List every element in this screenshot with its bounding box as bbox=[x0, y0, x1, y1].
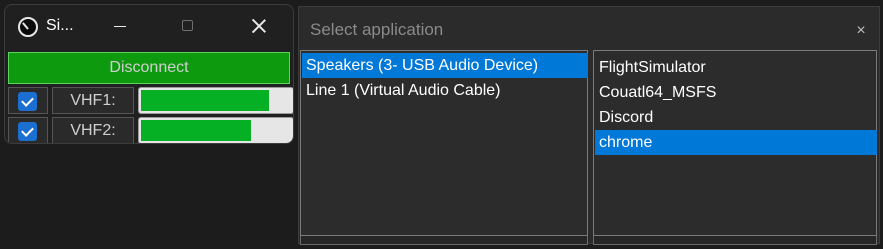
device-list-item[interactable]: Speakers (3- USB Audio Device) bbox=[302, 53, 588, 78]
application-list-item[interactable]: Discord bbox=[595, 105, 877, 130]
minimize-icon[interactable] bbox=[97, 5, 143, 47]
channel-row-vhf2: VHF2: bbox=[8, 117, 293, 143]
checkbox-cell bbox=[8, 87, 48, 114]
application-list-item[interactable]: FlightSimulator bbox=[595, 55, 877, 80]
close-icon[interactable]: × bbox=[851, 21, 871, 41]
app-window: Si... Disconnect VHF1: VHF2: bbox=[4, 4, 294, 144]
window-title: Si... bbox=[46, 17, 74, 34]
device-list-item[interactable]: Line 1 (Virtual Audio Cable) bbox=[302, 78, 588, 103]
volume-level-fill bbox=[141, 120, 251, 141]
dialog-title: Select application bbox=[310, 20, 444, 39]
checkbox-cell bbox=[8, 117, 48, 143]
vhf1-checkbox[interactable] bbox=[18, 92, 37, 111]
application-list-item[interactable]: Couatl64_MSFS bbox=[595, 80, 877, 105]
maximize-icon[interactable] bbox=[165, 5, 211, 47]
volume-level-fill bbox=[141, 90, 269, 111]
app-dial-icon bbox=[18, 17, 38, 37]
application-list-item[interactable]: chrome bbox=[595, 130, 877, 155]
close-icon[interactable] bbox=[236, 5, 282, 47]
volume-level-bar bbox=[138, 117, 293, 143]
vhf2-checkbox[interactable] bbox=[18, 122, 37, 141]
select-application-dialog: Select application × Speakers (3- USB Au… bbox=[298, 6, 880, 245]
device-list[interactable]: Speakers (3- USB Audio Device) Line 1 (Vi… bbox=[300, 50, 588, 236]
channel-row-vhf1: VHF1: bbox=[8, 87, 293, 114]
channel-label: VHF1: bbox=[52, 87, 134, 114]
application-list-footer bbox=[593, 236, 877, 245]
disconnect-button[interactable]: Disconnect bbox=[8, 52, 290, 84]
device-list-footer bbox=[300, 236, 588, 245]
application-list[interactable]: FlightSimulator Couatl64_MSFS Discord chrom… bbox=[593, 50, 877, 236]
title-bar[interactable]: Si... bbox=[5, 5, 293, 47]
volume-level-bar bbox=[138, 87, 293, 114]
channel-label: VHF2: bbox=[52, 117, 134, 143]
